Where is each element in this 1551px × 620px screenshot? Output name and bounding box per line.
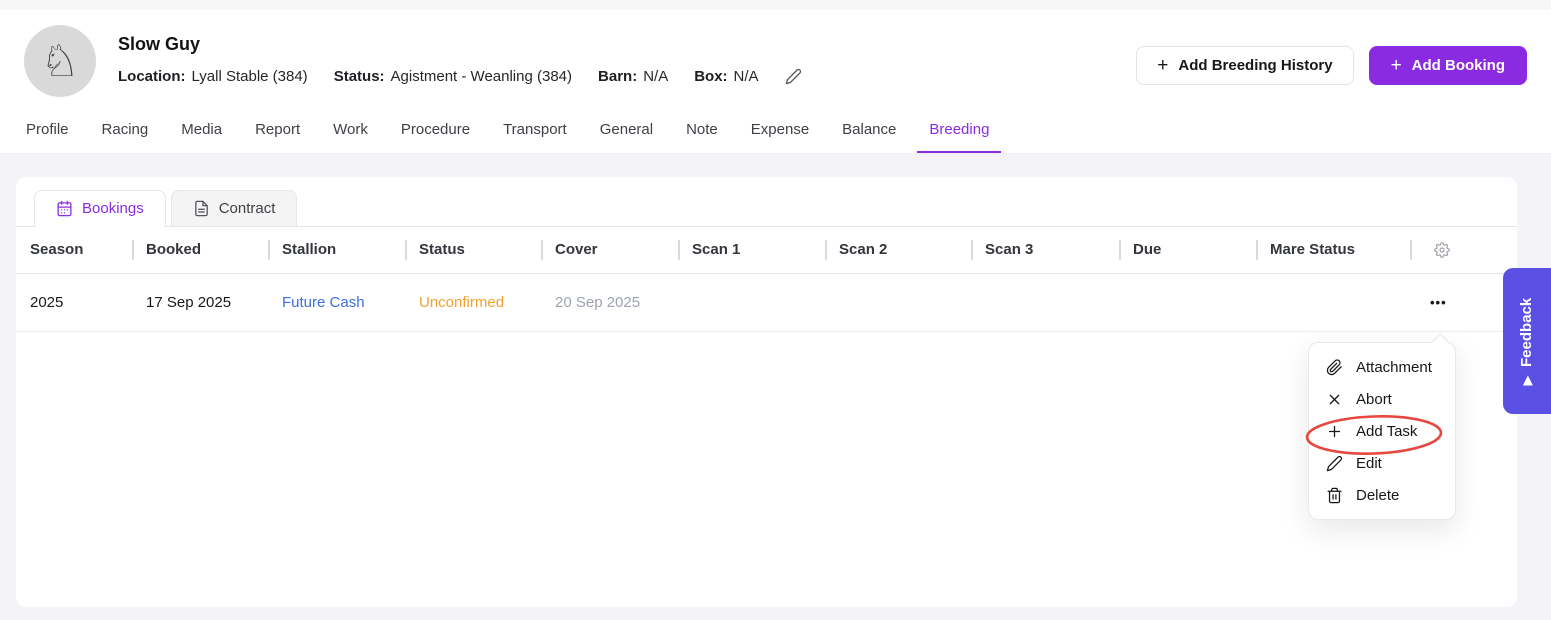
meta-status: Status: Agistment - Weanling (384) bbox=[333, 68, 573, 85]
subtab-bookings[interactable]: Bookings bbox=[34, 190, 166, 227]
feedback-label: Feedback bbox=[1518, 297, 1536, 367]
tab-procedure[interactable]: Procedure bbox=[401, 121, 470, 153]
plus-icon: + bbox=[1390, 55, 1402, 76]
booking-row: 2025 17 Sep 2025 Future Cash Unconfirmed… bbox=[16, 273, 1517, 332]
col-stallion: Stallion bbox=[268, 227, 405, 274]
cell-season: 2025 bbox=[16, 273, 132, 332]
cell-status: Unconfirmed bbox=[405, 273, 541, 332]
col-mare-status: Mare Status bbox=[1256, 227, 1410, 274]
add-booking-button[interactable]: + Add Booking bbox=[1368, 46, 1527, 85]
col-season: Season bbox=[16, 227, 132, 274]
menu-item-attachment[interactable]: Attachment bbox=[1309, 351, 1455, 383]
tab-expense[interactable]: Expense bbox=[751, 121, 809, 153]
close-icon bbox=[1329, 394, 1340, 404]
tab-report[interactable]: Report bbox=[255, 121, 300, 153]
tab-media[interactable]: Media bbox=[181, 121, 222, 153]
breeding-subtabs: Bookings Contract bbox=[16, 177, 1517, 227]
col-cover: Cover bbox=[541, 227, 678, 274]
cell-mare-status bbox=[1256, 273, 1410, 332]
pencil-icon bbox=[1326, 455, 1343, 471]
tab-breeding[interactable]: Breeding bbox=[917, 121, 1002, 153]
cell-due bbox=[1119, 273, 1256, 332]
col-scan-2: Scan 2 bbox=[825, 227, 971, 274]
tab-profile[interactable]: Profile bbox=[26, 121, 69, 153]
menu-item-abort[interactable]: Abort bbox=[1309, 383, 1455, 415]
file-text-icon bbox=[194, 200, 208, 217]
calendar-icon bbox=[57, 200, 72, 217]
feedback-tab[interactable]: ▶ Feedback bbox=[1503, 268, 1551, 414]
meta-box: Box: N/A bbox=[694, 68, 759, 85]
bookings-table: Season Booked Stallion Status Cover Scan… bbox=[16, 227, 1517, 332]
col-scan-3: Scan 3 bbox=[971, 227, 1119, 274]
ellipsis-icon: ••• bbox=[1430, 294, 1447, 310]
gear-icon bbox=[1434, 241, 1450, 258]
pencil-icon bbox=[785, 68, 801, 85]
horse-header: ♘ Slow Guy Location: Lyall Stable (384) … bbox=[0, 10, 1551, 154]
horse-name: Slow Guy bbox=[118, 34, 201, 54]
breeding-panel: Bookings Contract Season Booked Stallion… bbox=[16, 177, 1517, 607]
tab-note[interactable]: Note bbox=[686, 121, 718, 153]
cell-actions: ••• bbox=[1410, 273, 1517, 332]
table-settings-button[interactable] bbox=[1424, 241, 1517, 258]
table-header-row: Season Booked Stallion Status Cover Scan… bbox=[16, 227, 1517, 274]
edit-horse-details-button[interactable] bbox=[785, 68, 802, 85]
feedback-arrow-icon: ▶ bbox=[1520, 375, 1534, 385]
cell-scan-1 bbox=[678, 273, 825, 332]
plus-icon: + bbox=[1157, 55, 1169, 76]
horse-meta: Location: Lyall Stable (384) Status: Agi… bbox=[118, 68, 802, 85]
meta-location: Location: Lyall Stable (384) bbox=[118, 68, 308, 85]
col-booked: Booked bbox=[132, 227, 268, 274]
meta-barn: Barn: N/A bbox=[598, 68, 669, 85]
trash-icon bbox=[1327, 487, 1342, 503]
top-strip bbox=[0, 0, 1551, 10]
col-due: Due bbox=[1119, 227, 1256, 274]
stallion-link[interactable]: Future Cash bbox=[268, 273, 405, 332]
tab-transport[interactable]: Transport bbox=[503, 121, 567, 153]
tab-balance[interactable]: Balance bbox=[842, 121, 896, 153]
menu-item-edit[interactable]: Edit bbox=[1309, 447, 1455, 479]
tab-work[interactable]: Work bbox=[333, 121, 368, 153]
plus-icon bbox=[1328, 425, 1341, 437]
horse-icon: ♘ bbox=[40, 36, 80, 86]
booking-context-menu: Attachment Abort Add Task Edit Delete bbox=[1305, 333, 1456, 520]
add-breeding-history-button[interactable]: + Add Breeding History bbox=[1136, 46, 1354, 85]
cell-booked: 17 Sep 2025 bbox=[132, 273, 268, 332]
cell-scan-3 bbox=[971, 273, 1119, 332]
menu-item-add-task[interactable]: Add Task bbox=[1309, 415, 1455, 447]
horse-nav-tabs: Profile Racing Media Report Work Procedu… bbox=[0, 121, 1551, 153]
col-scan-1: Scan 1 bbox=[678, 227, 825, 274]
row-more-button[interactable]: ••• bbox=[1424, 291, 1453, 314]
subtab-contract[interactable]: Contract bbox=[170, 190, 298, 227]
col-status: Status bbox=[405, 227, 541, 274]
paperclip-icon bbox=[1326, 358, 1342, 375]
cell-cover: 20 Sep 2025 bbox=[541, 273, 678, 332]
col-settings bbox=[1410, 227, 1517, 274]
tab-racing[interactable]: Racing bbox=[102, 121, 149, 153]
cell-scan-2 bbox=[825, 273, 971, 332]
tab-general[interactable]: General bbox=[600, 121, 653, 153]
horse-avatar: ♘ bbox=[24, 25, 96, 97]
menu-item-delete[interactable]: Delete bbox=[1309, 479, 1455, 511]
